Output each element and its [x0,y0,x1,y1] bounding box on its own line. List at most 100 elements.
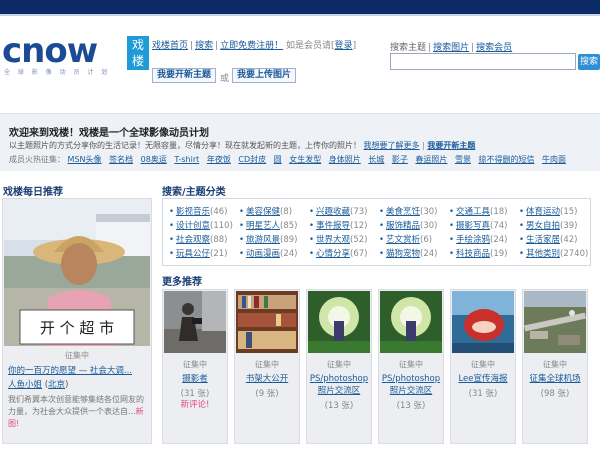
category-link[interactable]: 世界大观 [316,235,350,245]
card-thumbnail[interactable] [236,291,298,353]
hot-tag[interactable]: 年夜饭 [207,155,231,164]
card-thumbnail[interactable] [308,291,370,353]
category-count: (24) [420,249,438,259]
nav-home-link[interactable]: 戏楼首页 [152,41,188,51]
start-topic-button[interactable]: 我要开新主题 [152,68,217,83]
category-link[interactable]: 服饰精品 [386,221,420,231]
hot-tag[interactable]: 身体照片 [329,155,361,164]
search-images-link[interactable]: 搜索图片 [433,43,469,53]
category-link[interactable]: 猫狗宠物 [386,249,420,259]
daily-user-link[interactable]: 人鱼小姐 [8,380,42,390]
hot-tag[interactable]: MSN头像 [68,155,102,164]
welcome-text: 以主题照片的方式分享你的生活记录！无限容量，尽情分享！现在就发起新的主题，上传你… [9,141,361,150]
category-item[interactable]: • 美容保健(8) [239,206,309,218]
card-title-link[interactable]: 书架大公开 [235,373,299,385]
card-title-link[interactable]: PS/photoshop照片交流区 [307,373,371,397]
category-item[interactable]: • 服饰精品(30) [379,220,449,232]
category-item[interactable]: • 艺文赏析(6) [379,234,449,246]
category-item[interactable]: • 摄影写真(74) [449,220,519,232]
category-item[interactable]: • 男女自拍(39) [519,220,589,232]
hot-tag[interactable]: 签名档 [109,155,133,164]
card-thumbnail[interactable] [164,291,226,353]
hot-tag[interactable]: 08奥运 [141,155,167,164]
category-item[interactable]: • 设计创意(110) [169,220,239,232]
card-title-link[interactable]: Lee宣传海报 [451,373,515,385]
hot-tag[interactable]: 掠不得删的短信 [479,155,535,164]
hot-tag[interactable]: 女生发型 [289,155,321,164]
category-item[interactable]: • 科技商品(19) [449,248,519,260]
card-thumbnail[interactable] [452,291,514,353]
category-item[interactable]: • 心情分享(67) [309,248,379,260]
card-title-link[interactable]: 征集全球机场 [523,373,587,385]
hot-tag[interactable]: 春运照片 [415,155,447,164]
category-link[interactable]: 男女自拍 [526,221,560,231]
nav-login-link[interactable]: 登录 [335,41,353,51]
category-item[interactable]: • 玩具公仔(21) [169,248,239,260]
category-link[interactable]: 体育运动 [526,207,560,217]
category-item[interactable]: • 世界大观(52) [309,234,379,246]
category-link[interactable]: 心情分享 [316,249,350,259]
category-item[interactable]: • 其他类别(2740) [519,248,589,260]
daily-photo[interactable]: 开 个 超 市 [4,200,150,346]
search-input[interactable] [390,53,576,70]
daily-location-link[interactable]: 北京 [48,380,65,390]
category-link[interactable]: 美食烹饪 [386,207,420,217]
search-members-link[interactable]: 搜索会员 [476,43,512,53]
learn-more-link[interactable]: 我想要了解更多 [364,141,420,150]
category-item[interactable]: • 动画漫画(24) [239,248,309,260]
hot-tag[interactable]: 长城 [368,155,384,164]
category-link[interactable]: 摄影写真 [456,221,490,231]
site-logo[interactable]: cnow 戏楼 全 球 影 像 动 员 计 划 [2,34,150,82]
category-link[interactable]: 交通工具 [456,207,490,217]
category-item[interactable]: • 体育运动(15) [519,206,589,218]
nav-search-link[interactable]: 搜索 [195,41,213,51]
hot-tag[interactable]: 影子 [392,155,408,164]
category-link[interactable]: 美容保健 [246,207,280,217]
category-link[interactable]: 社会观察 [176,235,210,245]
category-item[interactable]: • 美食烹饪(30) [379,206,449,218]
category-item[interactable]: • 交通工具(18) [449,206,519,218]
welcome-new-topic-link[interactable]: 我要开新主题 [427,141,475,150]
category-link[interactable]: 兴趣收藏 [316,207,350,217]
categories-box: • 影视音乐(46) • 美容保健(8) • 兴趣收藏(73) • 美食烹饪(30) •… [162,198,591,266]
upload-photo-button[interactable]: 我要上传图片 [232,68,297,83]
category-link[interactable]: 设计创意 [176,221,210,231]
category-item[interactable]: • 兴趣收藏(73) [309,206,379,218]
category-item[interactable]: • 明星艺人(85) [239,220,309,232]
card-thumbnail[interactable] [380,291,442,353]
category-link[interactable]: 动画漫画 [246,249,280,259]
category-link[interactable]: 手绘涂鸦 [456,235,490,245]
category-link[interactable]: 旅游风景 [246,235,280,245]
daily-title-link[interactable]: 你的一百万的愿望 — 社会大调... [8,364,132,376]
card-title-link[interactable]: PS/photoshop照片交流区 [379,373,443,397]
category-item[interactable]: • 事件报导(12) [309,220,379,232]
nav-register-link[interactable]: 立即免费注册！ [220,41,283,51]
category-link[interactable]: 事件报导 [316,221,350,231]
category-link[interactable]: 玩具公仔 [176,249,210,259]
bullet-icon: • [379,235,385,245]
hot-tag[interactable]: T-shirt [174,155,199,164]
category-link[interactable]: 明星艺人 [246,221,280,231]
category-item[interactable]: • 猫狗宠物(24) [379,248,449,260]
card-count: (9 张) [255,389,279,399]
category-link[interactable]: 其他类别 [526,249,560,259]
search-button[interactable]: 搜索 [578,54,600,70]
category-link[interactable]: 生活家居 [526,235,560,245]
hot-tag[interactable]: 牛肉面 [542,155,566,164]
category-item[interactable]: • 手绘涂鸦(24) [449,234,519,246]
category-link[interactable]: 科技商品 [456,249,490,259]
category-link[interactable]: 艺文赏析 [386,235,420,245]
hot-tag[interactable]: 圆 [274,155,282,164]
top-nav: 戏楼首页 | 搜索 | 立即免费注册！ 如是会员请[登录] [152,38,356,51]
card-new-comment-link[interactable]: 新评论! [163,398,227,410]
category-item[interactable]: • 影视音乐(46) [169,206,239,218]
card-title-link[interactable]: 摄影者 [163,373,227,385]
hot-tag[interactable]: 雪景 [455,155,471,164]
category-link[interactable]: 影视音乐 [176,207,210,217]
hot-tag[interactable]: CD封皮 [238,155,266,164]
category-item[interactable]: • 旅游风景(89) [239,234,309,246]
category-count: (89) [280,235,298,245]
category-item[interactable]: • 社会观察(88) [169,234,239,246]
card-thumbnail[interactable] [524,291,586,353]
category-item[interactable]: • 生活家居(42) [519,234,589,246]
